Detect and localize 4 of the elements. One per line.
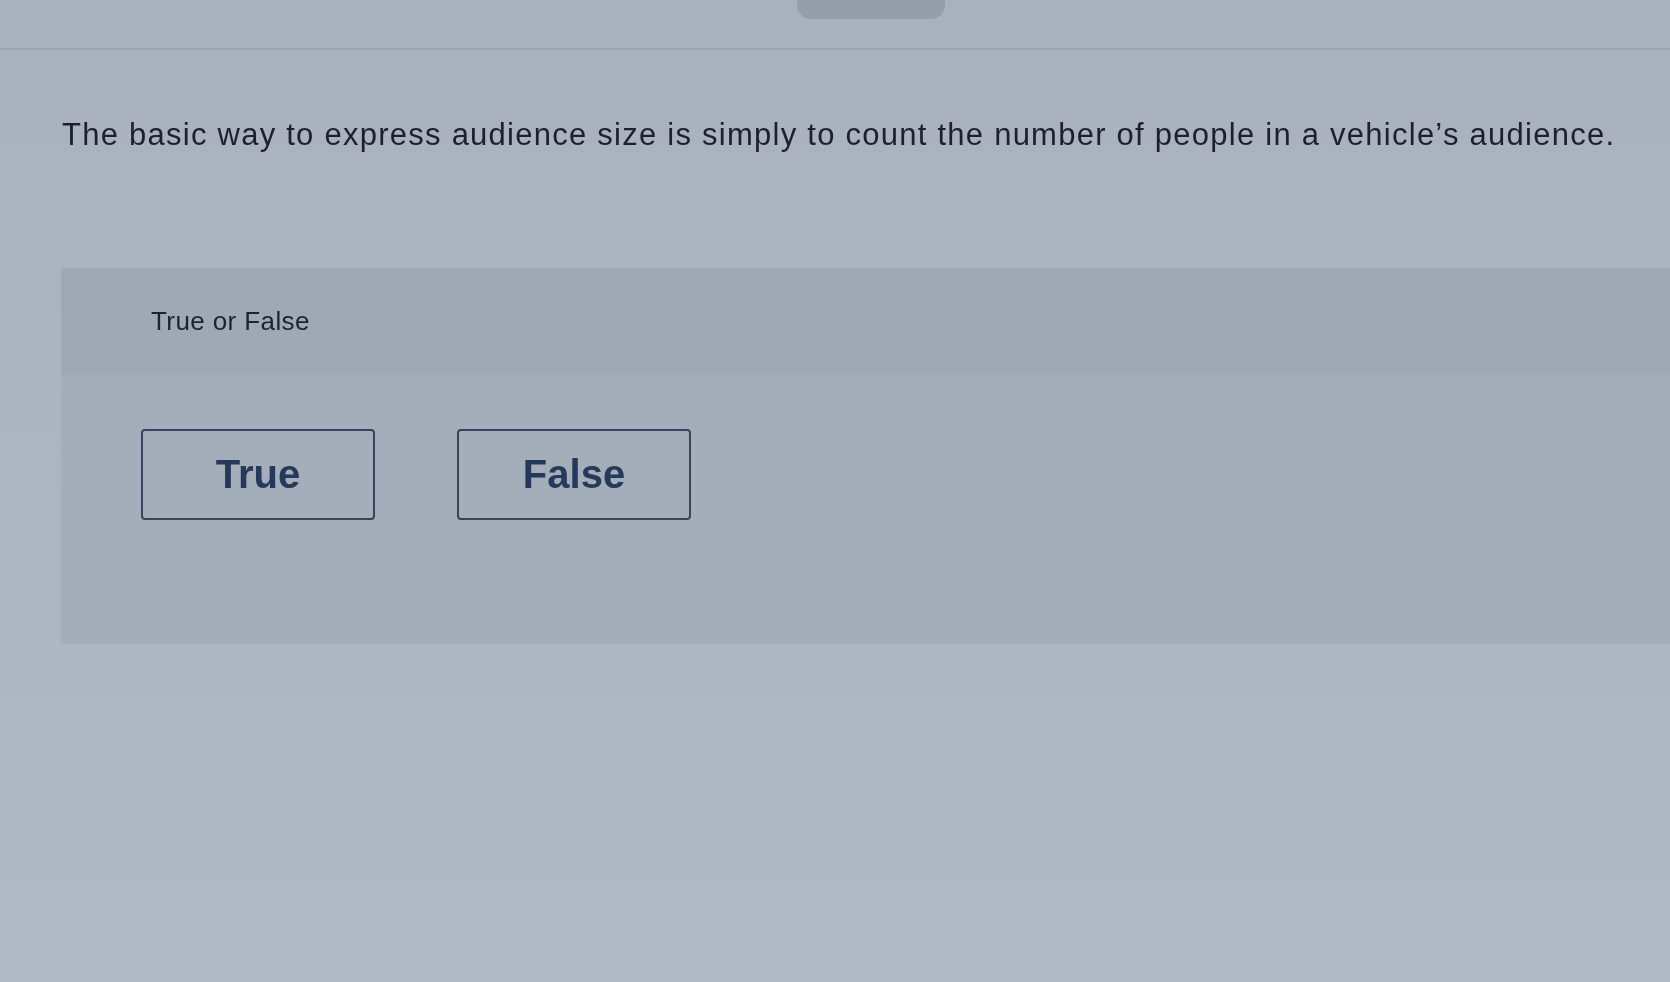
answer-option-button[interactable]: False [457,429,691,520]
question-text: The basic way to express audience size is simply to count the number of people in a vehicle’s audience. [62,117,1617,153]
prompt-label: True or False [151,306,310,337]
answer-option-button[interactable]: True [141,429,375,520]
